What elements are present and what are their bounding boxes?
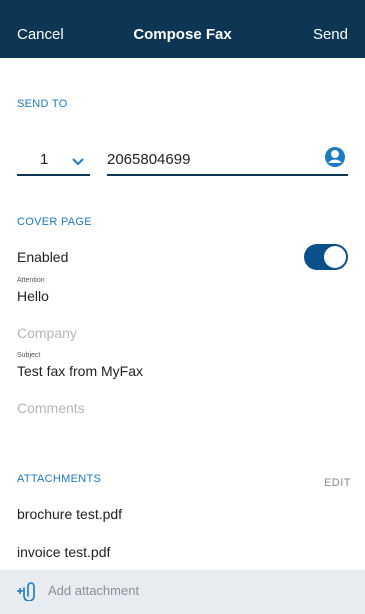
page-title: Compose Fax — [133, 26, 232, 43]
subject-label: Subject — [17, 352, 41, 359]
attachment-item[interactable]: brochure test.pdf — [17, 506, 122, 522]
enabled-label: Enabled — [17, 249, 69, 265]
comments-field[interactable]: Comments — [17, 400, 85, 416]
attachment-item[interactable]: invoice test.pdf — [17, 544, 110, 560]
add-attachment-button[interactable]: Add attachment — [0, 570, 365, 614]
country-code-value: 1 — [40, 151, 49, 168]
contact-icon[interactable] — [324, 146, 346, 173]
cover-page-toggle[interactable] — [304, 244, 348, 270]
chevron-down-icon — [72, 153, 84, 171]
edit-attachments-button[interactable]: EDIT — [324, 477, 351, 489]
nav-header: Cancel Compose Fax Send — [0, 0, 365, 58]
add-attachment-label: Add attachment — [48, 583, 140, 598]
attention-label: Attention — [17, 277, 45, 284]
attention-field[interactable]: Hello — [17, 288, 49, 304]
paperclip-add-icon — [16, 581, 38, 606]
header-notch — [18, 0, 348, 10]
company-field[interactable]: Company — [17, 325, 77, 341]
fax-number-value: 2065804699 — [107, 151, 191, 168]
country-code-select[interactable]: 1 — [17, 143, 90, 176]
fax-number-input[interactable]: 2065804699 — [107, 143, 348, 176]
cover-page-heading: COVER PAGE — [17, 216, 92, 228]
toggle-knob — [324, 246, 346, 268]
subject-field[interactable]: Test fax from MyFax — [17, 363, 143, 379]
send-button[interactable]: Send — [313, 26, 348, 43]
attachments-heading: ATTACHMENTS — [17, 473, 102, 485]
send-to-heading: SEND TO — [17, 98, 68, 110]
